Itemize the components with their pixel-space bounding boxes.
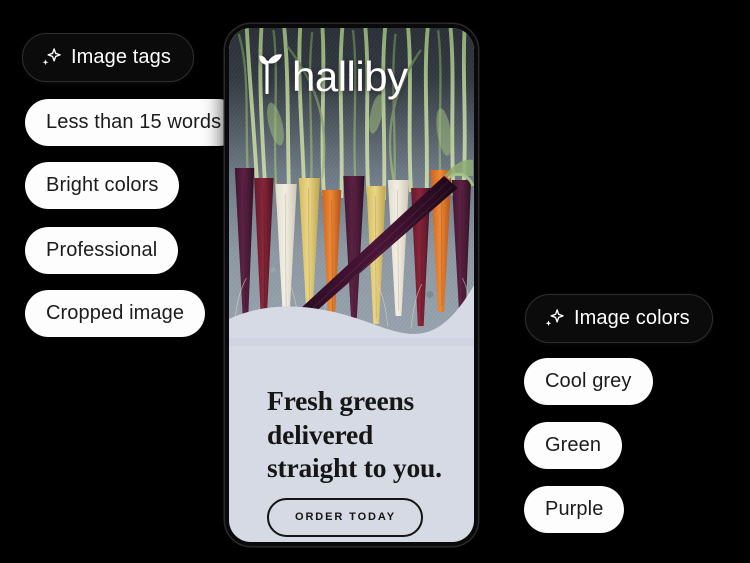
canvas: Image tags Less than 15 words Bright col… (0, 0, 750, 563)
order-today-button[interactable]: ORDER TODAY (267, 498, 423, 537)
tag-pill-label: Bright colors (46, 174, 159, 196)
color-pill-green[interactable]: Green (524, 422, 623, 469)
brand-wordmark: halliby (292, 52, 408, 100)
tag-pill-less-than-15-words[interactable]: Less than 15 words (25, 99, 243, 146)
color-pill-cool-grey[interactable]: Cool grey (524, 358, 653, 405)
image-tags-header-label: Image tags (71, 46, 171, 68)
sparkle-icon (40, 46, 62, 68)
color-pill-label: Cool grey (545, 370, 632, 392)
headline-line: Fresh greens (267, 385, 415, 416)
promo-text-panel: Fresh greens delivered straight to you. … (229, 346, 474, 542)
color-pill-purple[interactable]: Purple (524, 486, 625, 533)
headline-line: straight to you. (267, 452, 442, 484)
hero-photo: halliby (229, 28, 474, 338)
tag-pill-bright-colors[interactable]: Bright colors (25, 162, 180, 209)
tag-pill-professional[interactable]: Professional (25, 227, 179, 274)
tag-pill-label: Less than 15 words (46, 111, 222, 133)
tag-pill-label: Professional (46, 239, 158, 261)
promo-headline: Fresh greens delivered straight to you. (267, 384, 457, 485)
leaf-sprout-icon (259, 54, 282, 94)
phone-screen: halliby Fresh greens delivered straight … (229, 28, 474, 542)
brand-logo: halliby (258, 48, 408, 100)
wave-divider (229, 285, 474, 338)
tag-pill-cropped-image[interactable]: Cropped image (25, 290, 206, 337)
phone-mockup-frame[interactable]: halliby Fresh greens delivered straight … (225, 24, 478, 546)
image-tags-header-pill[interactable]: Image tags (22, 33, 194, 82)
color-pill-label: Green (545, 434, 602, 456)
image-colors-header-pill[interactable]: Image colors (525, 294, 713, 343)
headline-line: delivered (267, 418, 374, 450)
color-pill-label: Purple (545, 498, 604, 520)
image-colors-header-label: Image colors (574, 307, 690, 329)
sparkle-icon (543, 307, 565, 329)
tag-pill-label: Cropped image (46, 302, 185, 324)
